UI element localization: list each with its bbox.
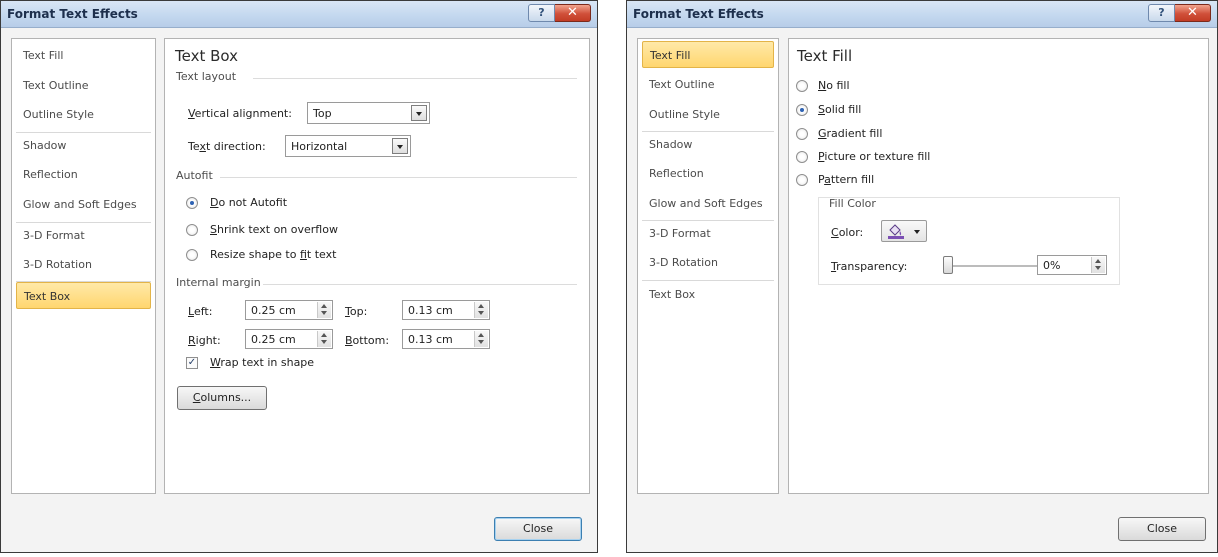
pattern-fill-label: Pattern fill	[818, 173, 875, 186]
format-text-effects-dialog-textbox: Format Text Effects ? ✕ Text Fill Text O…	[0, 0, 598, 553]
text-direction-value: Horizontal	[291, 140, 348, 153]
no-fill-label: No fill	[818, 79, 850, 92]
window-close-button[interactable]: ✕	[1175, 4, 1211, 22]
transparency-slider-track[interactable]	[943, 265, 1047, 267]
nav-item-text-outline[interactable]: Text Outline	[642, 71, 774, 98]
nav-item-3d-rotation[interactable]: 3-D Rotation	[642, 249, 774, 276]
chevron-down-icon[interactable]	[411, 105, 427, 121]
close-button[interactable]: Close	[1118, 517, 1206, 541]
title-bar[interactable]: Format Text Effects ? ✕	[1, 1, 597, 28]
close-button[interactable]: Close	[494, 517, 582, 541]
nav-item-text-box[interactable]: Text Box	[642, 281, 774, 308]
columns-button[interactable]: Columns...	[177, 386, 267, 410]
wrap-text-label: Wrap text in shape	[210, 356, 315, 369]
title-bar[interactable]: Format Text Effects ? ✕	[627, 1, 1217, 28]
wrap-text-checkbox[interactable]: ✓	[186, 357, 198, 369]
radio-pattern-fill[interactable]	[796, 174, 808, 186]
fill-color-group: Fill Color Color: Transparency: 0%	[818, 197, 1120, 285]
format-text-effects-dialog-textfill: Format Text Effects ? ✕ Text Fill Text O…	[626, 0, 1218, 553]
paint-bucket-icon	[887, 224, 905, 239]
group-divider	[253, 78, 577, 79]
left-margin-value: 0.25 cm	[251, 304, 296, 317]
nav-item-glow-soft-edges[interactable]: Glow and Soft Edges	[16, 191, 151, 218]
nav-item-3d-format[interactable]: 3-D Format	[16, 222, 151, 249]
group-divider	[220, 177, 577, 178]
radio-resize-shape[interactable]	[186, 249, 198, 261]
picture-texture-fill-label: Picture or texture fill	[818, 150, 931, 163]
nav-item-text-outline[interactable]: Text Outline	[16, 72, 151, 99]
top-margin-spinner[interactable]: 0.13 cm	[402, 300, 490, 320]
spin-arrows-icon[interactable]	[474, 331, 488, 347]
nav-item-shadow[interactable]: Shadow	[16, 132, 151, 159]
spin-arrows-icon[interactable]	[317, 302, 331, 318]
nav-item-reflection[interactable]: Reflection	[16, 161, 151, 188]
panel-title: Text Box	[175, 47, 238, 65]
spin-arrows-icon[interactable]	[1091, 257, 1105, 273]
nav-item-text-box[interactable]: Text Box	[16, 282, 151, 309]
right-margin-spinner[interactable]: 0.25 cm	[245, 329, 333, 349]
dialog-title: Format Text Effects	[7, 7, 138, 21]
transparency-value: 0%	[1043, 259, 1061, 272]
radio-no-fill[interactable]	[796, 80, 808, 92]
resize-shape-label: Resize shape to fit text	[210, 248, 337, 261]
nav-item-shadow[interactable]: Shadow	[642, 131, 774, 158]
help-button[interactable]: ?	[1148, 4, 1175, 22]
group-label-text-layout: Text layout	[176, 70, 237, 83]
bottom-margin-label: Bottom:	[345, 334, 390, 347]
radio-gradient-fill[interactable]	[796, 128, 808, 140]
chevron-down-icon[interactable]	[392, 138, 408, 154]
fill-color-picker-button[interactable]	[881, 220, 927, 242]
radio-picture-texture-fill[interactable]	[796, 151, 808, 163]
top-margin-label: Top:	[345, 305, 368, 318]
bottom-margin-value: 0.13 cm	[408, 333, 453, 346]
left-margin-spinner[interactable]: 0.25 cm	[245, 300, 333, 320]
nav-item-outline-style[interactable]: Outline Style	[16, 101, 151, 128]
spin-arrows-icon[interactable]	[317, 331, 331, 347]
transparency-label: Transparency:	[831, 260, 908, 273]
radio-do-not-autofit[interactable]	[186, 197, 198, 209]
window-close-button[interactable]: ✕	[555, 4, 591, 22]
nav-item-reflection[interactable]: Reflection	[642, 160, 774, 187]
transparency-spinner[interactable]: 0%	[1037, 255, 1107, 275]
right-margin-value: 0.25 cm	[251, 333, 296, 346]
radio-shrink-text[interactable]	[186, 224, 198, 236]
group-label-internal-margin: Internal margin	[176, 276, 261, 289]
spin-arrows-icon[interactable]	[474, 302, 488, 318]
do-not-autofit-label: Do not Autofit	[210, 196, 288, 209]
nav-item-3d-format[interactable]: 3-D Format	[642, 220, 774, 247]
top-margin-value: 0.13 cm	[408, 304, 453, 317]
group-label-fill-color: Fill Color	[829, 197, 876, 210]
text-direction-select[interactable]: Horizontal	[285, 135, 411, 157]
vertical-alignment-select[interactable]: Top	[307, 102, 430, 124]
shrink-text-label: Shrink text on overflow	[210, 223, 338, 236]
nav-item-3d-rotation[interactable]: 3-D Rotation	[16, 251, 151, 278]
text-direction-label: Text direction:	[188, 140, 266, 153]
nav-item-glow-soft-edges[interactable]: Glow and Soft Edges	[642, 190, 774, 217]
bottom-margin-spinner[interactable]: 0.13 cm	[402, 329, 490, 349]
chevron-down-icon	[914, 230, 920, 234]
nav-item-outline-style[interactable]: Outline Style	[642, 101, 774, 128]
nav-item-text-fill[interactable]: Text Fill	[16, 42, 151, 69]
vertical-alignment-value: Top	[313, 107, 332, 120]
vertical-alignment-label: Vertical alignment:	[188, 107, 292, 120]
dialog-title: Format Text Effects	[633, 7, 764, 21]
category-nav: Text Fill Text Outline Outline Style Sha…	[637, 38, 779, 494]
left-margin-label: Left:	[188, 305, 213, 318]
radio-solid-fill[interactable]	[796, 104, 808, 116]
transparency-slider-thumb[interactable]	[943, 256, 953, 274]
category-nav: Text Fill Text Outline Outline Style Sha…	[11, 38, 156, 494]
right-margin-label: Right:	[188, 334, 221, 347]
gradient-fill-label: Gradient fill	[818, 127, 883, 140]
color-label: Color:	[831, 226, 864, 239]
text-box-panel: Text Box Text layout Vertical alignment:…	[164, 38, 590, 494]
panel-title: Text Fill	[797, 47, 853, 65]
solid-fill-label: Solid fill	[818, 103, 862, 116]
group-divider	[263, 284, 577, 285]
nav-item-text-fill[interactable]: Text Fill	[642, 41, 774, 68]
help-button[interactable]: ?	[528, 4, 555, 22]
text-fill-panel: Text Fill No fill Solid fill Gradient fi…	[788, 38, 1209, 494]
group-label-autofit: Autofit	[176, 169, 213, 182]
